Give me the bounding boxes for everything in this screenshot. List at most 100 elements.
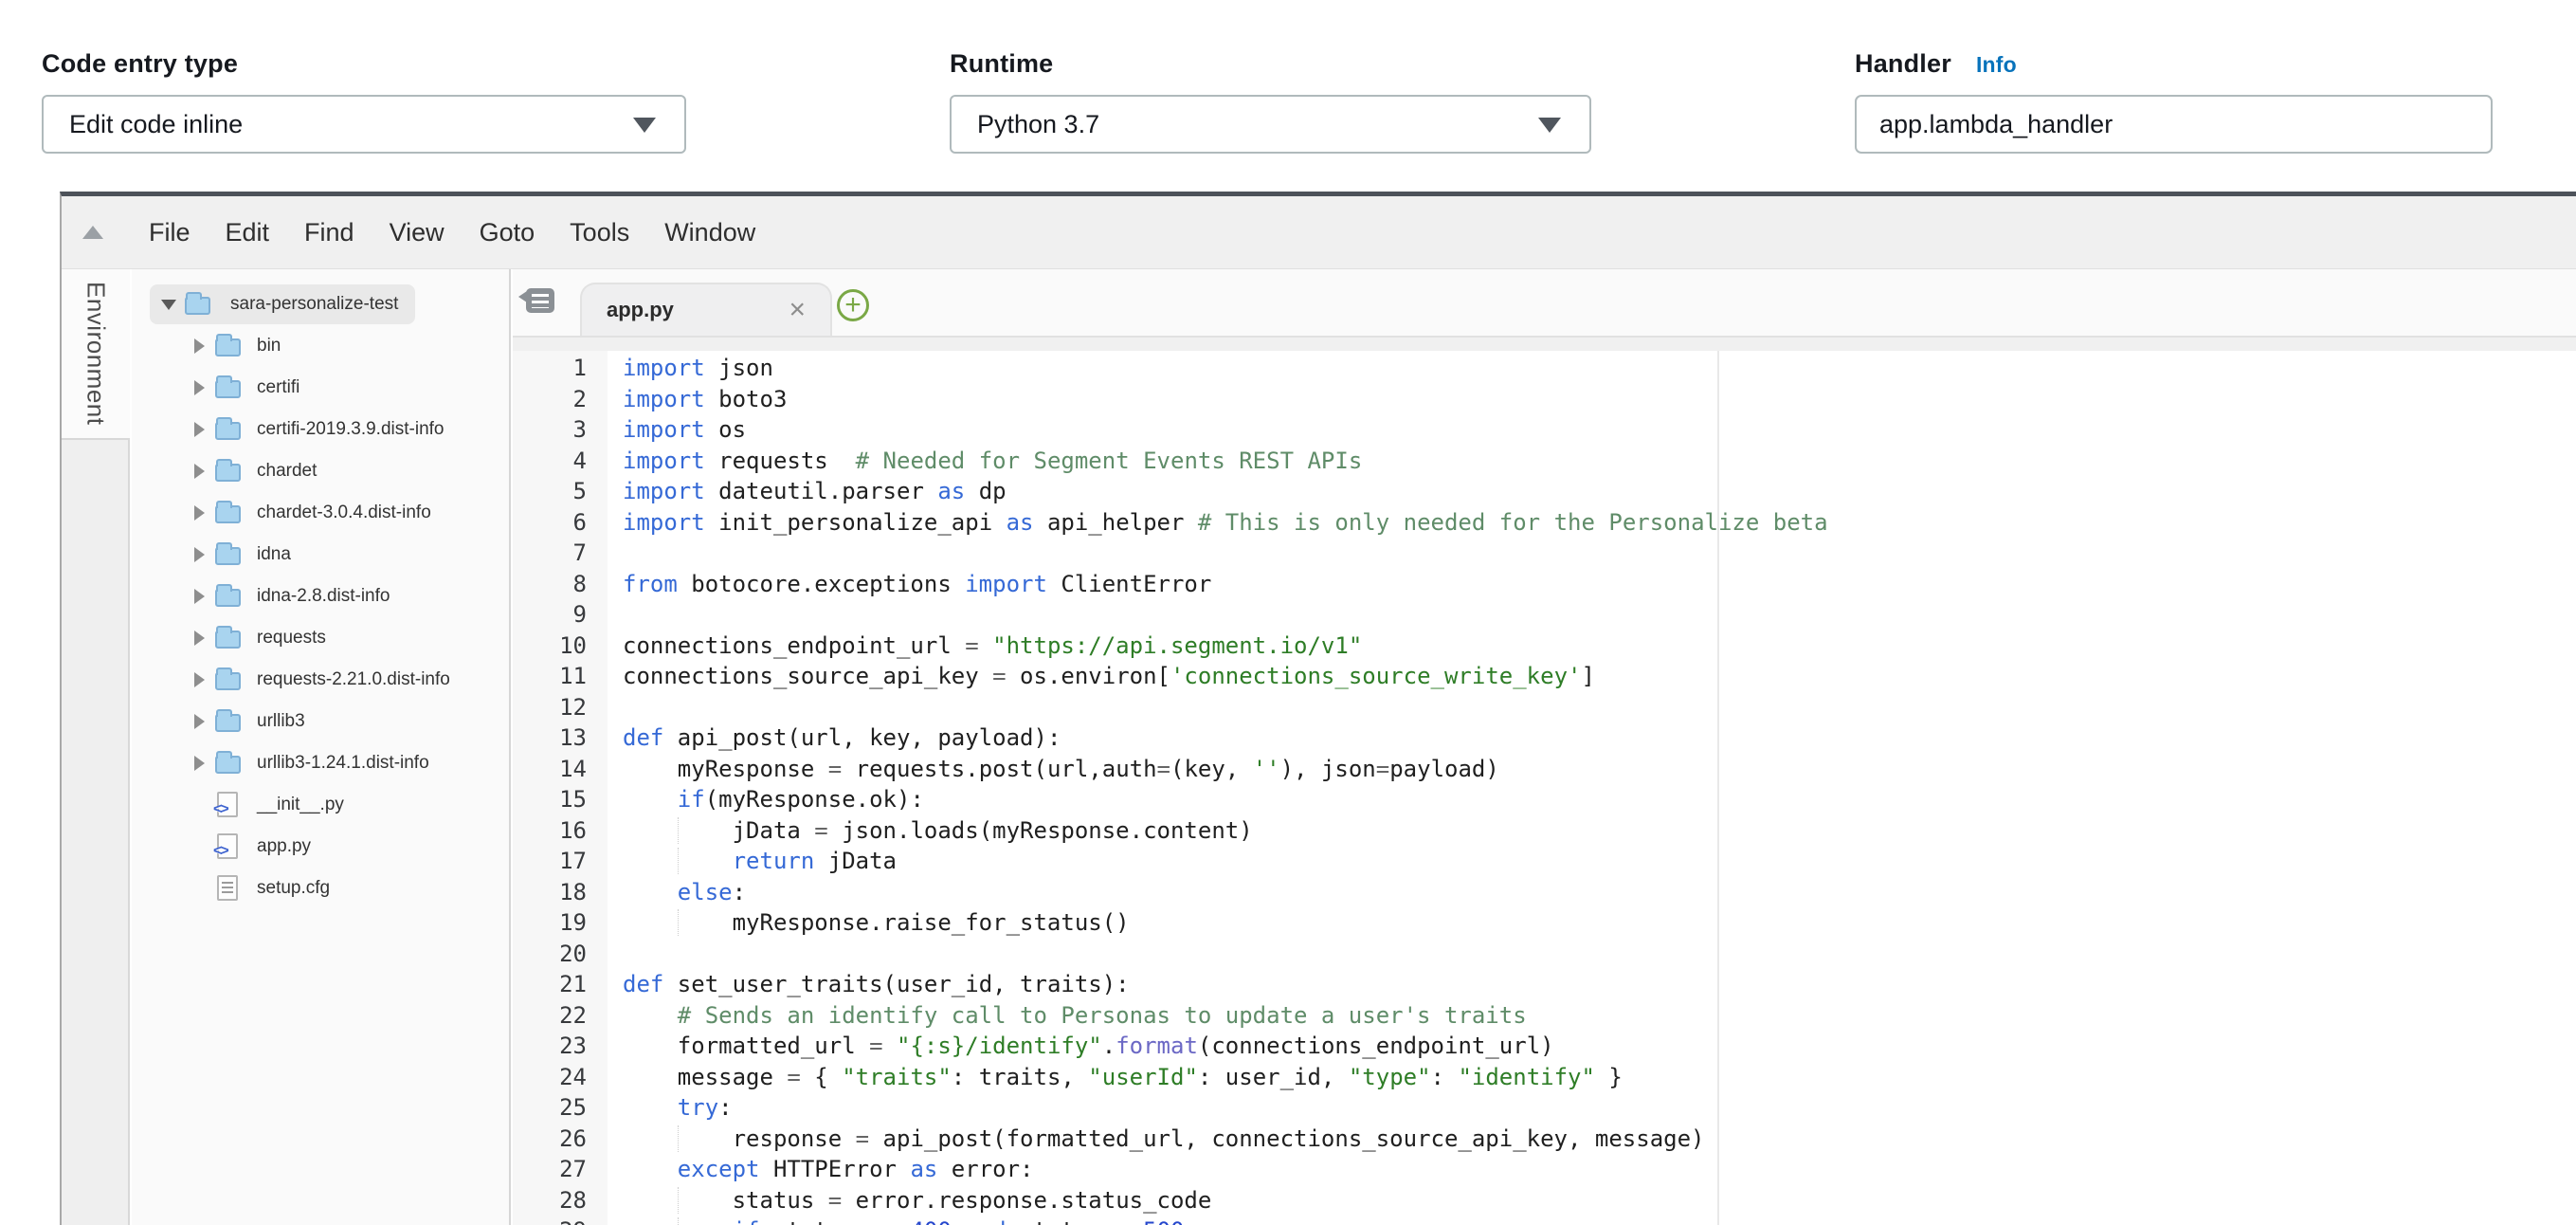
collapsed-arrow-icon <box>194 672 205 687</box>
line-number: 22 <box>513 1000 587 1032</box>
tree-root-row[interactable]: sara-personalize-test <box>132 283 509 325</box>
collapsed-arrow-icon <box>194 714 205 729</box>
folder-icon <box>215 589 241 607</box>
line-number: 26 <box>513 1124 587 1155</box>
code-line: # Sends an identify call to Personas to … <box>623 1000 2576 1032</box>
tree-folder-row[interactable]: requests-2.21.0.dist-info <box>132 659 509 701</box>
editor-tabbar: app.py × + <box>513 269 2576 336</box>
menu-item-view[interactable]: View <box>390 218 444 247</box>
code-line: myResponse = requests.post(url,auth=(key… <box>623 754 2576 785</box>
tree-folder-row[interactable]: chardet <box>132 450 509 492</box>
menu-item-goto[interactable]: Goto <box>480 218 535 247</box>
menu-item-edit[interactable]: Edit <box>226 218 270 247</box>
chevron-down-icon <box>633 118 656 133</box>
tree-folder-label: chardet-3.0.4.dist-info <box>257 503 431 523</box>
tree-root-label: sara-personalize-test <box>230 294 398 315</box>
line-number: 29 <box>513 1216 587 1225</box>
tree-folder-label: requests-2.21.0.dist-info <box>257 669 450 690</box>
config-file-icon <box>217 875 238 901</box>
code-line: import boto3 <box>623 384 2576 415</box>
line-number: 21 <box>513 969 587 1000</box>
collapsed-arrow-icon <box>194 589 205 604</box>
line-number: 20 <box>513 939 587 970</box>
code-line: return jData <box>623 846 2576 877</box>
runtime-select[interactable]: Python 3.7 <box>950 95 1591 154</box>
editor-menu: File Edit Find View Goto Tools Window <box>149 196 755 268</box>
line-number: 8 <box>513 569 587 600</box>
tree-folder-label: chardet <box>257 461 317 482</box>
new-tab-icon[interactable]: + <box>837 289 869 321</box>
handler-info-link[interactable]: Info <box>1976 52 2017 77</box>
code-entry-type-label: Code entry type <box>42 49 686 79</box>
code-line: import init_personalize_api as api_helpe… <box>623 507 2576 539</box>
code-line: connections_endpoint_url = "https://api.… <box>623 631 2576 662</box>
tree-file-label: app.py <box>257 836 311 857</box>
code-entry-type-select[interactable]: Edit code inline <box>42 95 686 154</box>
code-line: formatted_url = "{:s}/identify".format(c… <box>623 1031 2576 1062</box>
tree-folder-label: bin <box>257 336 281 357</box>
collapsed-arrow-icon <box>194 380 205 395</box>
line-number: 25 <box>513 1092 587 1124</box>
tree-folder-row[interactable]: idna-2.8.dist-info <box>132 576 509 617</box>
line-number: 15 <box>513 784 587 815</box>
tab-list-icon[interactable] <box>526 288 554 313</box>
code-line: response = api_post(formatted_url, conne… <box>623 1124 2576 1155</box>
sidebar-tab-environment[interactable]: Environment <box>62 269 130 440</box>
tree-folder-row[interactable]: requests <box>132 617 509 659</box>
tree-folder-row[interactable]: urllib3-1.24.1.dist-info <box>132 742 509 784</box>
chevron-down-icon <box>1538 118 1561 133</box>
folder-icon <box>215 464 241 482</box>
line-number: 24 <box>513 1062 587 1093</box>
collapse-editor-icon[interactable] <box>82 226 103 239</box>
tab-app-py[interactable]: app.py × <box>580 283 832 336</box>
tree-file-row[interactable]: setup.cfg <box>132 868 509 909</box>
tree-file-row[interactable]: app.py <box>132 826 509 868</box>
tree-folder-label: idna-2.8.dist-info <box>257 586 390 607</box>
code-entry-type-field: Code entry type Edit code inline <box>42 49 686 79</box>
menu-item-tools[interactable]: Tools <box>570 218 629 247</box>
tree-folder-label: requests <box>257 628 326 649</box>
tree-folder-label: certifi-2019.3.9.dist-info <box>257 419 444 440</box>
code-line: try: <box>623 1092 2576 1124</box>
code-line: from botocore.exceptions import ClientEr… <box>623 569 2576 600</box>
collapsed-arrow-icon <box>194 505 205 521</box>
line-number: 12 <box>513 692 587 723</box>
collapsed-arrow-icon <box>194 547 205 562</box>
code-line: import dateutil.parser as dp <box>623 476 2576 507</box>
tree-file-row[interactable]: __init__.py <box>132 784 509 826</box>
editor-menubar: File Edit Find View Goto Tools Window <box>62 196 2576 269</box>
code-line: status = error.response.status_code <box>623 1185 2576 1216</box>
folder-icon <box>215 672 241 690</box>
menu-item-window[interactable]: Window <box>664 218 755 247</box>
line-number: 18 <box>513 877 587 908</box>
code-line: if(myResponse.ok): <box>623 784 2576 815</box>
collapsed-arrow-icon <box>194 756 205 771</box>
tree-folder-label: certifi <box>257 377 299 398</box>
menu-item-find[interactable]: Find <box>304 218 354 247</box>
collapsed-arrow-icon <box>194 464 205 479</box>
code-line: jData = json.loads(myResponse.content) <box>623 815 2576 847</box>
folder-icon <box>185 297 210 315</box>
tree-folder-row[interactable]: certifi <box>132 367 509 409</box>
collapsed-arrow-icon <box>194 422 205 437</box>
tree-folder-row[interactable]: urllib3 <box>132 701 509 742</box>
tree-folder-row[interactable]: idna <box>132 534 509 576</box>
tree-folder-row[interactable]: certifi-2019.3.9.dist-info <box>132 409 509 450</box>
tree-folder-row[interactable]: chardet-3.0.4.dist-info <box>132 492 509 534</box>
runtime-value: Python 3.7 <box>977 110 1099 139</box>
folder-icon <box>215 505 241 523</box>
code-line: def set_user_traits(user_id, traits): <box>623 969 2576 1000</box>
close-tab-icon[interactable]: × <box>789 296 806 324</box>
collapsed-arrow-icon <box>194 631 205 646</box>
runtime-label: Runtime <box>950 49 1591 79</box>
menu-item-file[interactable]: File <box>149 218 190 247</box>
code-editor-area[interactable]: 1234567891011121314151617181920212223242… <box>513 351 2576 1225</box>
code-line <box>623 692 2576 723</box>
code-line: myResponse.raise_for_status() <box>623 907 2576 939</box>
cloud9-editor-frame: File Edit Find View Goto Tools Window Environm… <box>60 192 2576 1225</box>
line-number: 27 <box>513 1154 587 1185</box>
tabbar-base-band <box>513 336 2576 351</box>
handler-input[interactable] <box>1855 95 2493 154</box>
tree-folder-row[interactable]: bin <box>132 325 509 367</box>
python-file-icon <box>217 833 238 859</box>
